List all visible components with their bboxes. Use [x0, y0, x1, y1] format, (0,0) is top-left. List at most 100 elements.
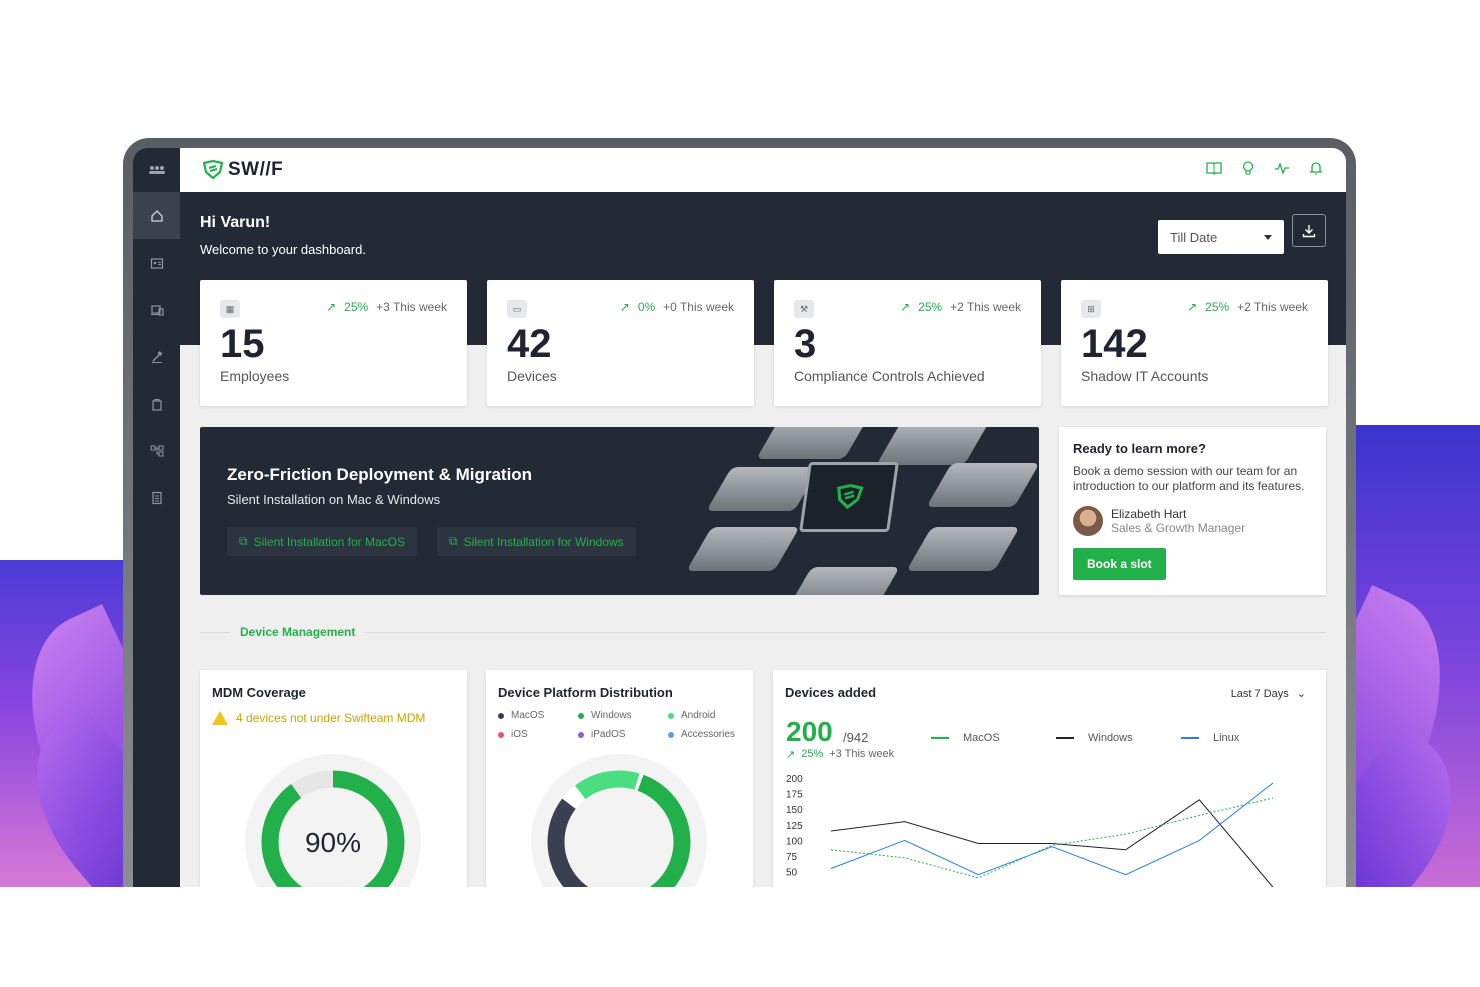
stat-value: 15 — [220, 322, 265, 366]
devices-icon: ▭ — [507, 300, 527, 318]
stat-value: 42 — [507, 322, 552, 366]
stage: { "app": { "logo_text": "SW//F", "brand_… — [0, 0, 1480, 987]
avatar — [1073, 506, 1103, 536]
legend-swatch — [1056, 737, 1074, 739]
y-tick-label: 125 — [786, 821, 803, 832]
y-tick-label: 75 — [786, 852, 798, 863]
range-select[interactable]: Last 7 Days ⌄ — [1231, 687, 1306, 701]
activity-icon[interactable] — [1274, 160, 1290, 176]
lightbulb-icon[interactable] — [1240, 160, 1256, 176]
legend-swatch — [931, 737, 949, 739]
legend-macos: MacOS — [931, 732, 1000, 744]
trend-up-icon: ↗ — [900, 300, 911, 314]
devices-trend: ↗ 25% +3 This week — [786, 748, 894, 761]
logo[interactable]: SW//F — [202, 159, 283, 181]
chevron-down-icon: ⌄ — [1296, 688, 1306, 700]
trend-week: +3 This week — [376, 300, 447, 314]
legend-swatch — [1181, 737, 1199, 739]
legend-label: MacOS — [963, 732, 1000, 744]
download-button[interactable] — [1292, 214, 1326, 247]
date-filter-value: Till Date — [1170, 229, 1218, 245]
legend-dot — [498, 712, 504, 719]
stat-card-devices[interactable]: ▭ ↗ 0% +0 This week 42 Devices — [487, 280, 754, 406]
laptop-image — [926, 463, 1039, 507]
trend-up-icon: ↗ — [786, 749, 796, 761]
person-name: Elizabeth Hart — [1111, 507, 1187, 521]
devices-added-value: 200 — [786, 716, 833, 747]
legend-item: iPadOS — [578, 729, 668, 740]
trend-up-icon: ↗ — [326, 300, 337, 314]
legend-dot — [668, 712, 674, 719]
book-icon[interactable] — [1206, 160, 1222, 176]
shield-logo-icon — [202, 160, 224, 180]
shadow-it-icon[interactable] — [133, 427, 180, 474]
laptop-image — [876, 427, 990, 465]
trend: ↗ 0% +0 This week — [620, 300, 734, 314]
silent-install-macos-button[interactable]: ⧉ Silent Installation for MacOS — [227, 527, 417, 556]
warning-icon — [212, 711, 228, 725]
stat-card-shadow-it[interactable]: ⊞ ↗ 25% +2 This week 142 Shadow IT Accou… — [1061, 280, 1328, 406]
warning-text: 4 devices not under Swifteam MDM — [236, 711, 426, 725]
devices-icon[interactable] — [133, 286, 180, 333]
devices-total: /942 — [843, 730, 869, 745]
legend-label: Accessories — [681, 729, 735, 740]
apps-icon[interactable] — [133, 380, 180, 427]
stat-label: Employees — [220, 368, 290, 384]
trend-percent: 0% — [637, 300, 656, 314]
legend-item: Accessories — [668, 729, 748, 740]
reports-icon[interactable] — [133, 474, 180, 521]
trend-percent: 25% — [1205, 300, 1230, 314]
mdm-donut: 90% — [245, 754, 421, 898]
employees-icon[interactable] — [133, 239, 180, 286]
legend-item: Android — [668, 710, 748, 721]
shadow-it-icon: ⊞ — [1081, 300, 1101, 318]
device-frame: SW//F Hi Varun! Welcome to your dashboar… — [123, 138, 1356, 898]
card-title: Devices added — [785, 685, 877, 700]
trend-percent: 25% — [344, 300, 369, 314]
team-icon[interactable] — [133, 148, 180, 192]
series-line-macos — [830, 797, 1274, 879]
employees-icon: ▦ — [220, 300, 240, 318]
platform-donut — [531, 754, 707, 898]
legend-dot — [578, 731, 584, 738]
legend-windows: Windows — [1056, 732, 1133, 744]
legend-item: Windows — [578, 710, 668, 721]
compliance-icon[interactable] — [133, 333, 180, 380]
y-tick-label: 100 — [786, 836, 803, 847]
stat-cards: ▦ ↗ 25% +3 This week 15 Employees ▭ ↗ 0%… — [200, 280, 1328, 406]
silent-install-windows-button[interactable]: ⧉ Silent Installation for Windows — [437, 527, 636, 556]
section-label: Device Management — [230, 625, 366, 639]
stat-card-employees[interactable]: ▦ ↗ 25% +3 This week 15 Employees — [200, 280, 467, 406]
trend-week: +3 This week — [829, 748, 895, 760]
trend: ↗ 25% +2 This week — [900, 300, 1021, 314]
trend: ↗ 25% +2 This week — [1187, 300, 1308, 314]
banner-subtitle: Silent Installation on Mac & Windows — [227, 492, 441, 507]
stat-card-compliance[interactable]: ⚒ ↗ 25% +2 This week 3 Compliance Contro… — [774, 280, 1041, 406]
card-title: MDM Coverage — [212, 685, 306, 700]
learn-body: Book a demo session with our team for an… — [1073, 464, 1305, 493]
devices-added-card: Devices added Last 7 Days ⌄ 200 /942 ↗ 2… — [773, 670, 1326, 898]
platform-distribution-card: Device Platform Distribution MacOS Window… — [486, 670, 753, 898]
book-slot-button[interactable]: Book a slot — [1073, 548, 1166, 580]
laptops-illustration — [679, 427, 1039, 595]
series-line-linux — [830, 782, 1274, 876]
compliance-icon: ⚒ — [794, 300, 814, 318]
legend-label: iPadOS — [591, 729, 626, 740]
donut-percent-label: 90% — [305, 827, 361, 858]
trend-percent: 25% — [801, 748, 824, 760]
date-filter-select[interactable]: Till Date — [1158, 220, 1284, 254]
bell-icon[interactable] — [1308, 160, 1324, 176]
trend-up-icon: ↗ — [619, 300, 630, 314]
legend-linux: Linux — [1181, 732, 1239, 744]
home-icon[interactable] — [133, 192, 180, 239]
stat-value: 142 — [1081, 322, 1148, 366]
shield-logo-icon — [837, 483, 864, 510]
button-label: Silent Installation for MacOS — [253, 534, 405, 549]
person-role: Sales & Growth Manager — [1111, 521, 1246, 535]
learn-title: Ready to learn more? — [1073, 441, 1206, 456]
mdm-warning[interactable]: 4 devices not under Swifteam MDM — [212, 711, 425, 725]
deployment-banner: Zero-Friction Deployment & Migration Sil… — [200, 427, 1039, 595]
topbar: SW//F — [180, 148, 1346, 192]
contact-person: Elizabeth Hart Sales & Growth Manager — [1073, 506, 1312, 536]
legend-label: MacOS — [511, 710, 545, 721]
